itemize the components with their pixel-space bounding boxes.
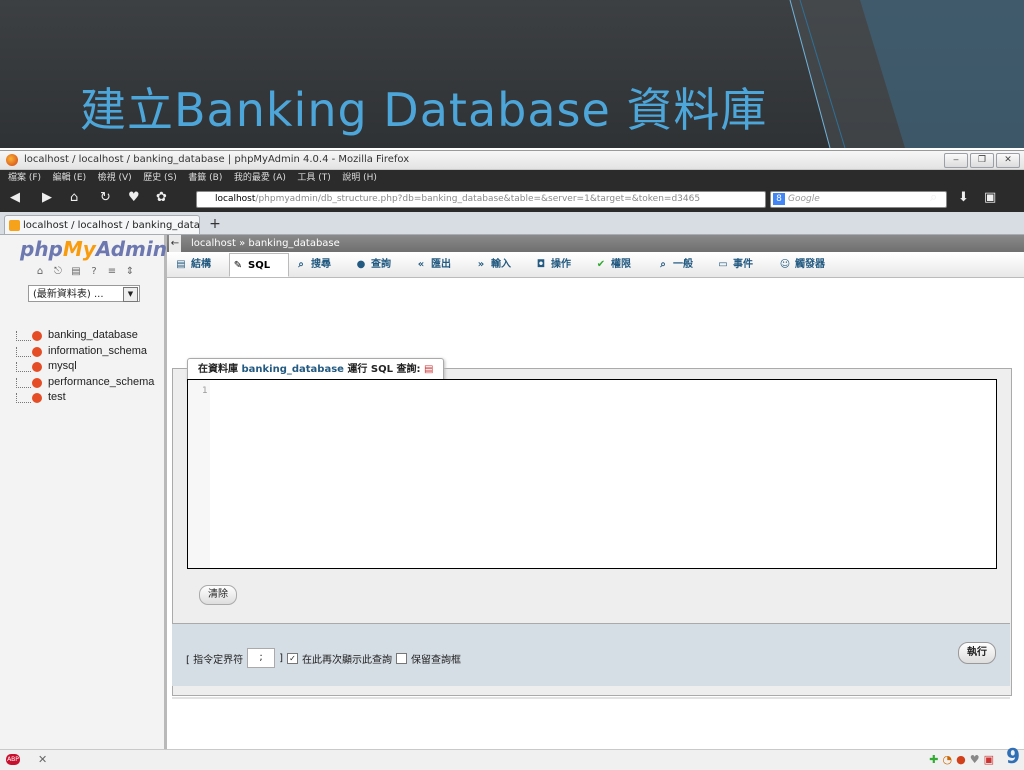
status-icons: ✚ ◔ ● ♥ ▣ [929, 753, 994, 766]
window-title: localhost / localhost / banking_database… [24, 154, 410, 165]
sql-editor[interactable]: 1 [187, 379, 997, 569]
delimiter-close: ] [279, 652, 283, 664]
status-bar: ABP ✕ ✚ ◔ ● ♥ ▣ 9 [0, 744, 1024, 770]
menu-edit[interactable]: 編輯 (E) [53, 170, 87, 186]
tree-branch-icon [16, 377, 31, 388]
menu-icon[interactable]: ▣ [984, 191, 996, 205]
puzzle-icon[interactable]: ✚ [929, 753, 938, 766]
menu-tools[interactable]: 工具 (T) [297, 170, 330, 186]
search-input[interactable]: 8 Google [770, 191, 947, 208]
page-number: 9 [1006, 744, 1020, 768]
menu-bookmarks[interactable]: 書籤 (B) [188, 170, 222, 186]
navigation-toolbar: ◀ ▶ ⌂ ↻ ♥ ✿ localhost/phpmyadmin/db_stru… [0, 186, 1024, 212]
close-addon-bar-icon[interactable]: ✕ [38, 753, 47, 766]
clock-icon[interactable]: ◔ [943, 753, 953, 766]
notes-icon[interactable]: ▣ [984, 753, 994, 766]
menu-help[interactable]: 說明 (H) [342, 170, 377, 186]
database-item[interactable]: mysql [16, 359, 154, 375]
search-icon[interactable]: ⌕ [930, 191, 937, 205]
browser-tab[interactable]: localhost / localhost / banking_datab... [4, 215, 200, 234]
docs-icon[interactable]: ▤ [70, 266, 82, 278]
reload-icon[interactable]: ⇕ [124, 266, 136, 278]
tree-branch-icon [16, 393, 31, 404]
menu-view[interactable]: 檢視 (V) [98, 170, 132, 186]
delimiter-input[interactable]: ; [247, 648, 276, 668]
database-icon [32, 393, 42, 404]
line-number: 1 [202, 386, 208, 396]
window-titlebar: localhost / localhost / banking_database… [0, 151, 1024, 170]
url-bar[interactable]: localhost/phpmyadmin/db_structure.php?db… [196, 191, 766, 208]
home-icon[interactable]: ⌂ [34, 266, 46, 278]
chevron-down-icon: ▼ [123, 287, 138, 302]
help-icon[interactable]: ? [88, 266, 100, 278]
database-list: banking_database information_schema mysq… [16, 328, 154, 406]
reload-icon[interactable]: ↻ [100, 191, 111, 205]
tree-branch-icon [16, 331, 31, 341]
menu-favorites[interactable]: 我的最愛 (A) [234, 170, 286, 186]
slide-title: 建立Banking Database 資料庫 [80, 83, 768, 137]
keep-box-label: 保留查詢框 [411, 654, 461, 666]
delimiter-label: [ 指令定界符 [186, 654, 244, 666]
clear-button[interactable]: 清除 [199, 585, 237, 605]
back-icon[interactable]: ◀ [10, 191, 20, 205]
google-icon: 8 [773, 193, 785, 205]
sql-form: 在資料庫 banking_database 運行 SQL 查詢: ▤ 1 清除 … [167, 235, 1024, 749]
bookmark-icon[interactable]: ▤ [424, 364, 433, 375]
settings-icon[interactable]: ≡ [106, 266, 118, 278]
new-tab-button[interactable]: + [205, 216, 225, 233]
divider [172, 697, 1010, 699]
show-again-checkbox[interactable]: ✓ [287, 652, 298, 664]
firefox-icon [6, 154, 18, 166]
keep-box-checkbox[interactable] [396, 652, 407, 664]
tree-branch-icon [16, 362, 31, 373]
slide-header: 建立Banking Database 資料庫 [0, 0, 1024, 148]
sql-options: [ 指令定界符 ; ] ✓ 在此再次顯示此查詢 保留查詢框 執行 [172, 623, 1010, 686]
database-icon [32, 362, 42, 373]
database-item[interactable]: banking_database [16, 328, 154, 344]
firefox-status-icon[interactable]: ● [956, 753, 966, 766]
database-item[interactable]: performance_schema [16, 375, 154, 391]
sidebar-toolbar: ⌂ ⎋ ▤ ? ≡ ⇕ [34, 266, 136, 278]
database-item[interactable]: information_schema [16, 344, 154, 360]
download-icon[interactable]: ⬇ [958, 191, 969, 205]
options-line: [ 指令定界符 ; ] ✓ 在此再次顯示此查詢 保留查詢框 [186, 648, 461, 668]
close-button[interactable]: ✕ [996, 153, 1020, 168]
shield-icon[interactable]: ♥ [970, 753, 980, 766]
addon-icon[interactable]: ✿ [156, 191, 167, 205]
menu-bar: 檔案 (F) 編輯 (E) 檢視 (V) 歷史 (S) 書籤 (B) 我的最愛 … [0, 170, 1024, 186]
database-item[interactable]: test [16, 390, 154, 406]
adblock-icon[interactable]: ABP [6, 754, 20, 765]
home-icon[interactable]: ⌂ [70, 191, 78, 205]
tree-branch-icon [16, 346, 31, 357]
database-icon [32, 346, 42, 357]
line-gutter [188, 380, 210, 568]
phpmyadmin-favicon-icon [9, 220, 20, 231]
show-again-label: 在此再次顯示此查詢 [302, 654, 392, 666]
go-button[interactable]: 執行 [958, 642, 996, 664]
maximize-button[interactable]: ❐ [970, 153, 994, 168]
recent-tables-select[interactable]: (最新資料表) ... ▼ [28, 285, 140, 302]
database-icon [32, 331, 42, 341]
phpmyadmin-logo[interactable]: phpMyAdmin [20, 237, 167, 261]
tab-bar: localhost / localhost / banking_datab...… [0, 212, 1024, 235]
phpmyadmin-sidebar: phpMyAdmin ⌂ ⎋ ▤ ? ≡ ⇕ (最新資料表) ... ▼ ban… [0, 235, 167, 749]
logout-icon[interactable]: ⎋ [52, 266, 64, 278]
forward-icon[interactable]: ▶ [42, 191, 52, 205]
database-icon [32, 377, 42, 388]
menu-history[interactable]: 歷史 (S) [143, 170, 177, 186]
menu-file[interactable]: 檔案 (F) [8, 170, 41, 186]
shield-icon[interactable]: ♥ [128, 191, 140, 205]
minimize-button[interactable]: ‒ [944, 153, 968, 168]
browser-window: localhost / localhost / banking_database… [0, 150, 1024, 770]
